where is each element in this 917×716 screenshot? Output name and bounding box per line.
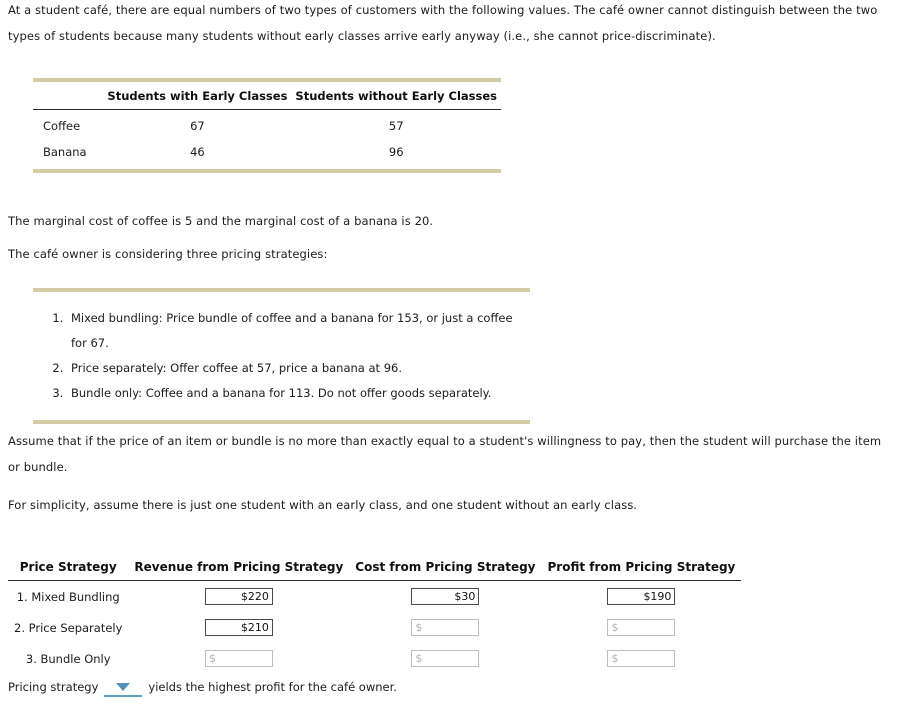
answer-table-header-row: Price Strategy Revenue from Pricing Stra… — [8, 558, 742, 581]
answer-cell-cost-mixed-bundling — [349, 581, 541, 613]
answer-row-label-bundle-only: 3. Bundle Only — [25, 651, 111, 666]
profit-input-price-separately[interactable] — [607, 619, 676, 636]
answer-row-label-price-separately: 2. Price Separately — [14, 620, 123, 635]
answer-cell-cost-bundle-only — [349, 643, 541, 674]
best-strategy-dropdown[interactable] — [104, 679, 143, 697]
list-item: Bundle only: Coffee and a banana for 113… — [67, 381, 530, 406]
worksheet-page: At a student café, there are equal numbe… — [0, 0, 917, 716]
purchase-rule-paragraph: Assume that if the price of an item or b… — [8, 434, 882, 474]
values-banana-with-early: 46 — [190, 145, 205, 159]
values-row-label-banana: Banana — [43, 145, 87, 159]
list-item: Price separately: Offer coffee at 57, pr… — [67, 356, 530, 381]
answer-cell-cost-price-separately — [349, 612, 541, 643]
values-table-header-row: Students with Early Classes Students wit… — [33, 80, 501, 110]
answer-cell-profit-price-separately — [542, 612, 742, 643]
answer-cell-revenue-mixed-bundling — [128, 581, 349, 613]
values-row-label-coffee: Coffee — [43, 119, 81, 133]
cost-input-mixed-bundling[interactable] — [411, 588, 480, 605]
revenue-input-bundle-only[interactable] — [204, 650, 273, 667]
answer-cell-revenue-bundle-only — [128, 643, 349, 674]
revenue-input-price-separately[interactable] — [204, 619, 273, 636]
profit-answer-table: Price Strategy Revenue from Pricing Stra… — [8, 558, 742, 674]
table-row: Banana 46 96 — [33, 139, 501, 171]
values-table-col-with-early: Students with Early Classes — [103, 80, 292, 110]
table-row: 2. Price Separately — [8, 612, 741, 643]
answer-cell-revenue-price-separately — [128, 612, 349, 643]
cost-input-price-separately[interactable] — [411, 619, 480, 636]
strategies-intro-paragraph: The café owner is considering three pric… — [8, 247, 328, 261]
table-row: 3. Bundle Only — [8, 643, 741, 674]
answer-row-label-mixed-bundling: 1. Mixed Bundling — [16, 589, 120, 604]
table-row: Coffee 67 57 — [33, 110, 501, 140]
chevron-down-icon — [116, 683, 131, 691]
values-banana-without-early: 96 — [388, 145, 404, 159]
answer-col-price-strategy: Price Strategy — [8, 558, 129, 581]
answer-cell-profit-bundle-only — [542, 643, 742, 674]
cost-input-bundle-only[interactable] — [411, 650, 480, 667]
answer-col-profit: Profit from Pricing Strategy — [541, 558, 742, 581]
conclusion-line: Pricing strategy yields the highest prof… — [8, 678, 397, 697]
pricing-strategies-list: Mixed bundling: Price bundle of coffee a… — [33, 292, 530, 420]
simplicity-paragraph: For simplicity, assume there is just one… — [8, 498, 638, 512]
values-table-corner-cell — [33, 80, 104, 110]
answer-cell-profit-mixed-bundling — [542, 581, 742, 613]
values-coffee-without-early: 57 — [388, 119, 404, 133]
conclusion-suffix-text: yields the highest profit for the café o… — [148, 680, 397, 694]
table-row: 1. Mixed Bundling — [8, 581, 741, 613]
revenue-input-mixed-bundling[interactable] — [204, 588, 273, 605]
marginal-cost-paragraph: The marginal cost of coffee is 5 and the… — [8, 214, 434, 228]
values-coffee-with-early: 67 — [190, 119, 205, 133]
conclusion-prefix-text: Pricing strategy — [8, 680, 99, 694]
profit-input-bundle-only[interactable] — [607, 650, 676, 667]
values-table-col-without-early: Students without Early Classes — [291, 80, 501, 110]
list-item: Mixed bundling: Price bundle of coffee a… — [67, 306, 530, 356]
profit-input-mixed-bundling[interactable] — [607, 588, 676, 605]
answer-col-cost: Cost from Pricing Strategy — [349, 558, 542, 581]
intro-paragraph: At a student café, there are equal numbe… — [8, 3, 878, 43]
customer-values-table: Students with Early Classes Students wit… — [33, 78, 501, 173]
pricing-strategies-panel: Mixed bundling: Price bundle of coffee a… — [33, 288, 530, 424]
answer-col-revenue: Revenue from Pricing Strategy — [128, 558, 350, 581]
